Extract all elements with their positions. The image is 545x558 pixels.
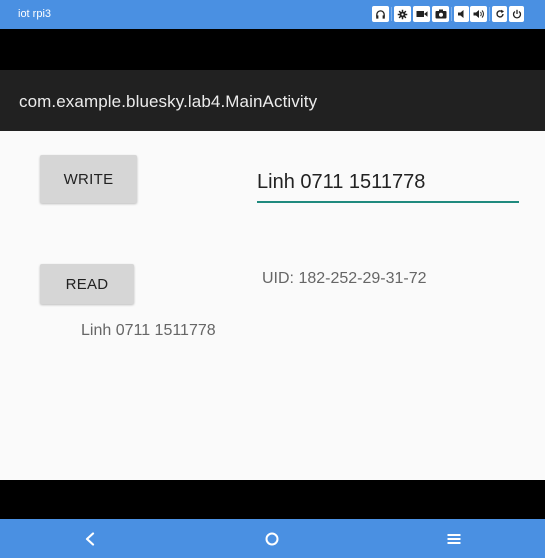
text-input[interactable]: Linh 0711 1511778 — [257, 169, 519, 203]
window-title: iot rpi3 — [18, 8, 52, 20]
emulator-toolbar: iot rpi3 — [0, 0, 545, 29]
camera-icon[interactable] — [432, 6, 449, 22]
toolbar-divider — [451, 7, 452, 21]
power-icon[interactable] — [509, 6, 524, 22]
settings-icon[interactable] — [394, 6, 411, 22]
menu-icon[interactable] — [444, 529, 464, 549]
home-icon[interactable] — [262, 529, 282, 549]
main-content: WRITE Linh 0711 1511778 READ UID: 182-25… — [0, 131, 545, 480]
toolbar-divider — [489, 7, 490, 21]
headphones-icon[interactable] — [372, 6, 389, 22]
activity-title: com.example.bluesky.lab4.MainActivity — [19, 92, 318, 111]
text-input-value: Linh 0711 1511778 — [257, 171, 426, 193]
bottom-black-band — [0, 480, 545, 519]
uid-label: UID: 182-252-29-31-72 — [262, 270, 427, 287]
status-bar — [0, 29, 545, 70]
read-button[interactable]: READ — [40, 264, 134, 304]
read-result-text: Linh 0711 1511778 — [81, 322, 216, 339]
volume-up-icon[interactable] — [470, 6, 487, 22]
write-button[interactable]: WRITE — [40, 155, 137, 203]
app-bar: com.example.bluesky.lab4.MainActivity — [0, 70, 545, 131]
toolbar-divider — [391, 7, 392, 21]
volume-down-icon[interactable] — [454, 6, 469, 22]
back-icon[interactable] — [80, 529, 100, 549]
rotate-icon[interactable] — [492, 6, 507, 22]
video-icon[interactable] — [413, 6, 430, 22]
navigation-bar — [0, 519, 545, 558]
